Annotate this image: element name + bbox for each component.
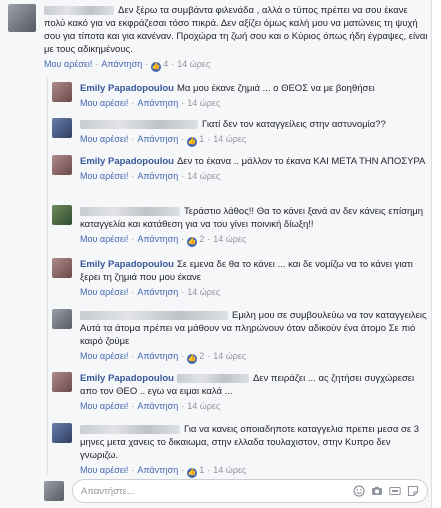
reply-comment: Emily Papadopoulou Σε εμενα δε θα το κάνε… bbox=[52, 258, 430, 299]
like-count[interactable]: 2 bbox=[199, 234, 204, 244]
like-icon: 👍 bbox=[187, 354, 198, 364]
avatar[interactable] bbox=[52, 258, 72, 278]
like-icon: 👍 bbox=[187, 468, 198, 478]
reply-comment: Emily Papadopoulou Δεν το έκανα .. μάλλον… bbox=[52, 155, 430, 183]
reply-comment: Εμιλη μου σε συμβουλεύω να τον καταγγειλ… bbox=[52, 309, 430, 364]
author-name[interactable]: Emily Papadopoulou bbox=[80, 83, 174, 94]
comment-actions: Μου αρέσει! · Απάντηση · 👍 4 · 14 ώρες bbox=[44, 59, 211, 72]
comment-text: Γιατί δεν τον καταγγείλεις στην αστυνομί… bbox=[202, 119, 386, 130]
comment-text: Δεν το έκανα .. μάλλον το έκανα ΚΑΙ ΜΕΤΑ… bbox=[176, 156, 426, 167]
like-link[interactable]: Μου αρέσει! bbox=[80, 401, 128, 411]
top-comment: Δεν ξέρω τα συμβάντα φιλενάδα , αλλά ο τ… bbox=[8, 4, 428, 72]
like-link[interactable]: Μου αρέσει! bbox=[80, 98, 128, 108]
timestamp[interactable]: 14 ώρες bbox=[177, 59, 210, 69]
avatar[interactable] bbox=[52, 423, 72, 443]
avatar[interactable] bbox=[52, 309, 72, 329]
comment-text: Μα μου έκανε ζημιά ... ο ΘΕΟΣ να με βοηθ… bbox=[176, 83, 375, 94]
author-name[interactable]: Emily Papadopoulou bbox=[80, 156, 174, 167]
reply-link[interactable]: Απάντηση bbox=[137, 401, 178, 411]
timestamp[interactable]: 14 ώρες bbox=[213, 234, 246, 244]
reply-comment: Emily Papadopoulou Δεν πειράζει ... ας ζη… bbox=[52, 372, 430, 413]
reply-link[interactable]: Απάντηση bbox=[137, 98, 178, 108]
like-link[interactable]: Μου αρέσει! bbox=[80, 171, 128, 181]
avatar bbox=[44, 481, 64, 501]
reply-thread-line bbox=[47, 78, 48, 474]
like-link[interactable]: Μου αρέσει! bbox=[80, 351, 128, 361]
avatar[interactable] bbox=[8, 4, 36, 32]
avatar[interactable] bbox=[52, 372, 72, 392]
reply-link[interactable]: Απάντηση bbox=[137, 171, 178, 181]
reply-link[interactable]: Απάντηση bbox=[137, 351, 178, 361]
reply-link[interactable]: Απάντηση bbox=[137, 287, 178, 297]
gif-icon[interactable] bbox=[389, 485, 401, 497]
reply-link[interactable]: Απάντηση bbox=[137, 465, 178, 475]
avatar[interactable] bbox=[52, 155, 72, 175]
blurred-author bbox=[80, 206, 180, 216]
like-link[interactable]: Μου αρέσει! bbox=[44, 59, 92, 69]
blurred-author bbox=[80, 424, 180, 434]
like-link[interactable]: Μου αρέσει! bbox=[80, 287, 128, 297]
reply-comment: Για να κανεις οποιαδηποτε καταγγελια πρε… bbox=[52, 423, 430, 478]
like-icon: 👍 bbox=[187, 237, 198, 247]
reply-link[interactable]: Απάντηση bbox=[101, 59, 142, 69]
timestamp[interactable]: 14 ώρες bbox=[187, 401, 220, 411]
avatar[interactable] bbox=[52, 118, 72, 138]
blurred-author bbox=[80, 310, 228, 320]
like-icon: 👍 bbox=[187, 137, 198, 147]
scroll-edge bbox=[431, 0, 441, 508]
like-icon: 👍 bbox=[151, 62, 162, 72]
like-count[interactable]: 1 bbox=[199, 134, 204, 144]
avatar[interactable] bbox=[52, 205, 72, 225]
reply-comment: Emily Papadopoulou Μα μου έκανε ζημιά ...… bbox=[52, 82, 430, 110]
timestamp[interactable]: 14 ώρες bbox=[187, 171, 220, 181]
reply-comment: Τεράστιο λάθος!! Θα το κάνει ξανά αν δεν… bbox=[52, 205, 430, 247]
reply-link[interactable]: Απάντηση bbox=[137, 134, 178, 144]
blurred-author bbox=[44, 5, 114, 15]
reply-input[interactable] bbox=[81, 485, 347, 497]
like-link[interactable]: Μου αρέσει! bbox=[80, 234, 128, 244]
comment-thread: Δεν ξέρω τα συμβάντα φιλενάδα , αλλά ο τ… bbox=[0, 0, 441, 508]
like-link[interactable]: Μου αρέσει! bbox=[80, 134, 128, 144]
timestamp[interactable]: 14 ώρες bbox=[213, 465, 246, 475]
author-name[interactable]: Emily Papadopoulou bbox=[80, 259, 174, 270]
timestamp[interactable]: 14 ώρες bbox=[187, 287, 220, 297]
blurred-author bbox=[80, 119, 198, 129]
like-link[interactable]: Μου αρέσει! bbox=[80, 465, 128, 475]
timestamp[interactable]: 14 ώρες bbox=[213, 351, 246, 361]
like-count[interactable]: 2 bbox=[199, 351, 204, 361]
reply-input-box[interactable] bbox=[72, 479, 428, 503]
emoji-icon[interactable] bbox=[353, 485, 365, 497]
reply-comment: Γιατί δεν τον καταγγείλεις στην αστυνομί… bbox=[52, 118, 430, 147]
sticker-icon[interactable] bbox=[407, 485, 419, 497]
avatar[interactable] bbox=[52, 82, 72, 102]
like-count[interactable]: 1 bbox=[199, 465, 204, 475]
reply-composer bbox=[44, 478, 428, 504]
timestamp[interactable]: 14 ώρες bbox=[187, 98, 220, 108]
author-name[interactable]: Emily Papadopoulou bbox=[80, 373, 174, 384]
timestamp[interactable]: 14 ώρες bbox=[213, 134, 246, 144]
blurred-mention bbox=[176, 373, 249, 383]
like-count[interactable]: 4 bbox=[163, 59, 168, 69]
camera-icon[interactable] bbox=[371, 485, 383, 497]
reply-link[interactable]: Απάντηση bbox=[137, 234, 178, 244]
